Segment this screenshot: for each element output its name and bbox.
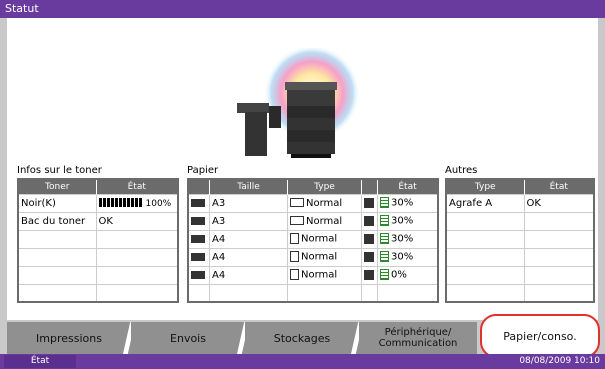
- toner-level-bar: [98, 198, 143, 207]
- toner-header-state: État: [95, 179, 178, 194]
- paper-orientation-icon: [290, 269, 299, 281]
- paper-orientation-icon: [290, 216, 304, 225]
- paper-section-title: Papier: [187, 165, 219, 176]
- table-row: [188, 283, 438, 302]
- tab-bar: Impressions Envois Stockages Périphériqu…: [0, 314, 605, 358]
- paper-tray-status-icon: [364, 251, 374, 262]
- tray-icon: [191, 216, 205, 225]
- paper-size: A4: [212, 251, 226, 263]
- paper-tray-status-icon: [364, 269, 374, 280]
- others-table: Type État Agrafe A OK: [445, 178, 595, 303]
- status-button[interactable]: État: [4, 355, 76, 368]
- toner-name: Noir(K): [18, 193, 96, 212]
- table-row: [446, 283, 594, 302]
- paper-orientation-icon: [290, 251, 299, 263]
- paper-state: 30%: [391, 233, 414, 245]
- paper-size: A3: [212, 197, 226, 209]
- others-state: OK: [523, 193, 594, 212]
- others-header-type: Type: [446, 179, 524, 194]
- printer-illustration: [237, 48, 360, 158]
- paper-type: Normal: [301, 251, 338, 263]
- paper-tray-status-icon: [364, 233, 374, 244]
- tab-impressions[interactable]: Impressions: [7, 322, 135, 354]
- others-header-state: État: [523, 179, 594, 194]
- paper-state: 30%: [391, 251, 414, 263]
- paper-state: 30%: [391, 215, 414, 227]
- table-row: [446, 229, 594, 248]
- tab-stockages[interactable]: Stockages: [245, 322, 363, 354]
- paper-level-icon: [380, 233, 389, 245]
- tray-icon: [191, 270, 205, 279]
- paper-tray-status-icon: [364, 215, 374, 226]
- table-row: [446, 265, 594, 284]
- toner-table: Toner État Noir(K) 100% Bac du toner OK: [17, 178, 179, 303]
- paper-table: Taille Type État A3 Normal 30% A3 Normal 30% A…: [187, 178, 439, 303]
- table-row: A4 Normal 30%: [188, 229, 438, 248]
- paper-level-icon: [380, 251, 389, 263]
- toner-section-title: Infos sur le toner: [17, 165, 102, 176]
- paper-header-type: Type: [287, 179, 362, 194]
- paper-level-icon: [380, 197, 389, 209]
- tab-peripherique-communication[interactable]: Périphérique/ Communication: [359, 322, 477, 354]
- paper-type: Normal: [301, 233, 338, 245]
- toner-header-toner: Toner: [18, 179, 96, 194]
- table-row: A3 Normal 30%: [188, 211, 438, 230]
- table-row: [18, 229, 178, 248]
- toner-state: OK: [95, 211, 178, 230]
- window-title: Statut: [0, 0, 605, 18]
- toner-name: Bac du toner: [18, 211, 96, 230]
- paper-size: A3: [212, 215, 226, 227]
- tray-icon: [191, 198, 205, 207]
- table-row: [446, 247, 594, 266]
- table-row: [18, 265, 178, 284]
- table-row: [18, 247, 178, 266]
- paper-level-icon: [380, 215, 389, 227]
- toner-percent: 100%: [145, 198, 172, 209]
- paper-header-size: Taille: [209, 179, 288, 194]
- table-row: Noir(K) 100%: [18, 193, 178, 212]
- paper-type: Normal: [301, 269, 338, 281]
- tab-envois[interactable]: Envois: [131, 322, 249, 354]
- table-row: Bac du toner OK: [18, 211, 178, 230]
- table-row: A4 Normal 0%: [188, 265, 438, 284]
- paper-type: Normal: [306, 215, 343, 227]
- paper-header-state: État: [377, 179, 438, 194]
- table-row: [18, 283, 178, 302]
- table-row: [446, 211, 594, 230]
- status-bar: État 08/08/2009 10:10: [0, 354, 605, 369]
- paper-level-icon: [380, 269, 389, 281]
- datetime: 08/08/2009 10:10: [519, 356, 600, 366]
- others-type: Agrafe A: [446, 193, 524, 212]
- paper-state: 30%: [391, 197, 414, 209]
- table-row: A4 Normal 30%: [188, 247, 438, 266]
- paper-state: 0%: [391, 269, 407, 281]
- table-row: Agrafe A OK: [446, 193, 594, 212]
- status-panel: Infos sur le toner Toner État Noir(K) 10…: [7, 18, 598, 320]
- paper-orientation-icon: [290, 198, 304, 207]
- tray-icon: [191, 234, 205, 243]
- paper-size: A4: [212, 269, 226, 281]
- others-section-title: Autres: [445, 165, 478, 176]
- tray-icon: [191, 252, 205, 261]
- table-row: A3 Normal 30%: [188, 193, 438, 212]
- paper-type: Normal: [306, 197, 343, 209]
- paper-tray-status-icon: [364, 197, 374, 208]
- paper-size: A4: [212, 233, 226, 245]
- tab-papier-conso[interactable]: Papier/conso.: [480, 314, 600, 358]
- paper-orientation-icon: [290, 233, 299, 245]
